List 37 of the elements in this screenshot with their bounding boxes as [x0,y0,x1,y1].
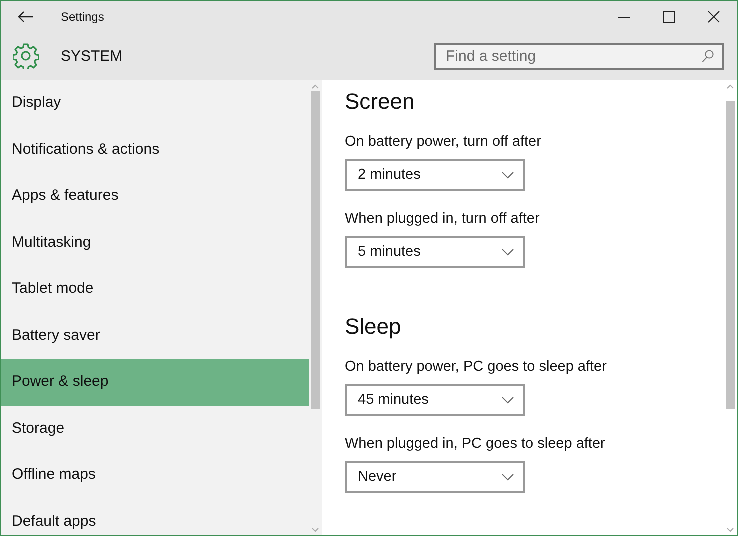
dropdown[interactable]: 45 minutes [345,384,525,416]
sidebar-item[interactable]: Offline maps [1,452,309,498]
close-icon[interactable] [708,10,720,22]
section-heading: Sleep [345,314,402,340]
section-heading: Screen [345,89,416,115]
setting-label: When plugged in, PC goes to sleep after [345,436,606,452]
back-icon[interactable] [18,10,34,22]
window-title: Settings [61,10,104,24]
sidebar-item[interactable]: Tablet mode [1,266,309,312]
dropdown[interactable]: 2 minutes [345,159,525,191]
scroll-up-icon[interactable] [727,84,734,89]
dropdown[interactable]: 5 minutes [345,236,525,268]
chevron-down-icon [502,248,514,256]
search-icon[interactable] [702,50,714,62]
search-field[interactable]: Find a setting [434,42,724,70]
sidebar-item[interactable]: Notifications & actions [1,126,309,173]
chevron-down-icon [502,172,514,178]
scroll-up-icon[interactable] [312,84,319,89]
setting-label: When plugged in, turn off after [345,211,541,227]
page-title: SYSTEM [61,48,123,64]
chevron-down-icon [502,474,514,480]
sidebar-item[interactable]: Storage [1,406,309,452]
sidebar-item[interactable]: Battery saver [1,312,309,359]
sidebar-item[interactable]: Power & sleep [1,359,309,406]
sidebar-item[interactable]: Multitasking [1,220,309,266]
gear-icon [13,43,39,69]
sidebar-item[interactable]: Display [1,80,309,126]
scroll-down-icon[interactable] [312,528,319,533]
setting-label: On battery power, turn off after [345,134,542,150]
dropdown[interactable]: Never [345,461,525,493]
sidebar-item[interactable]: Default apps [1,498,309,535]
sidebar-item[interactable]: Apps & features [1,173,309,220]
setting-label: On battery power, PC goes to sleep after [345,359,608,375]
chevron-down-icon [502,396,514,404]
scroll-down-icon[interactable] [727,528,734,533]
scrollbar[interactable] [309,80,322,535]
maximize-icon[interactable] [663,10,675,22]
